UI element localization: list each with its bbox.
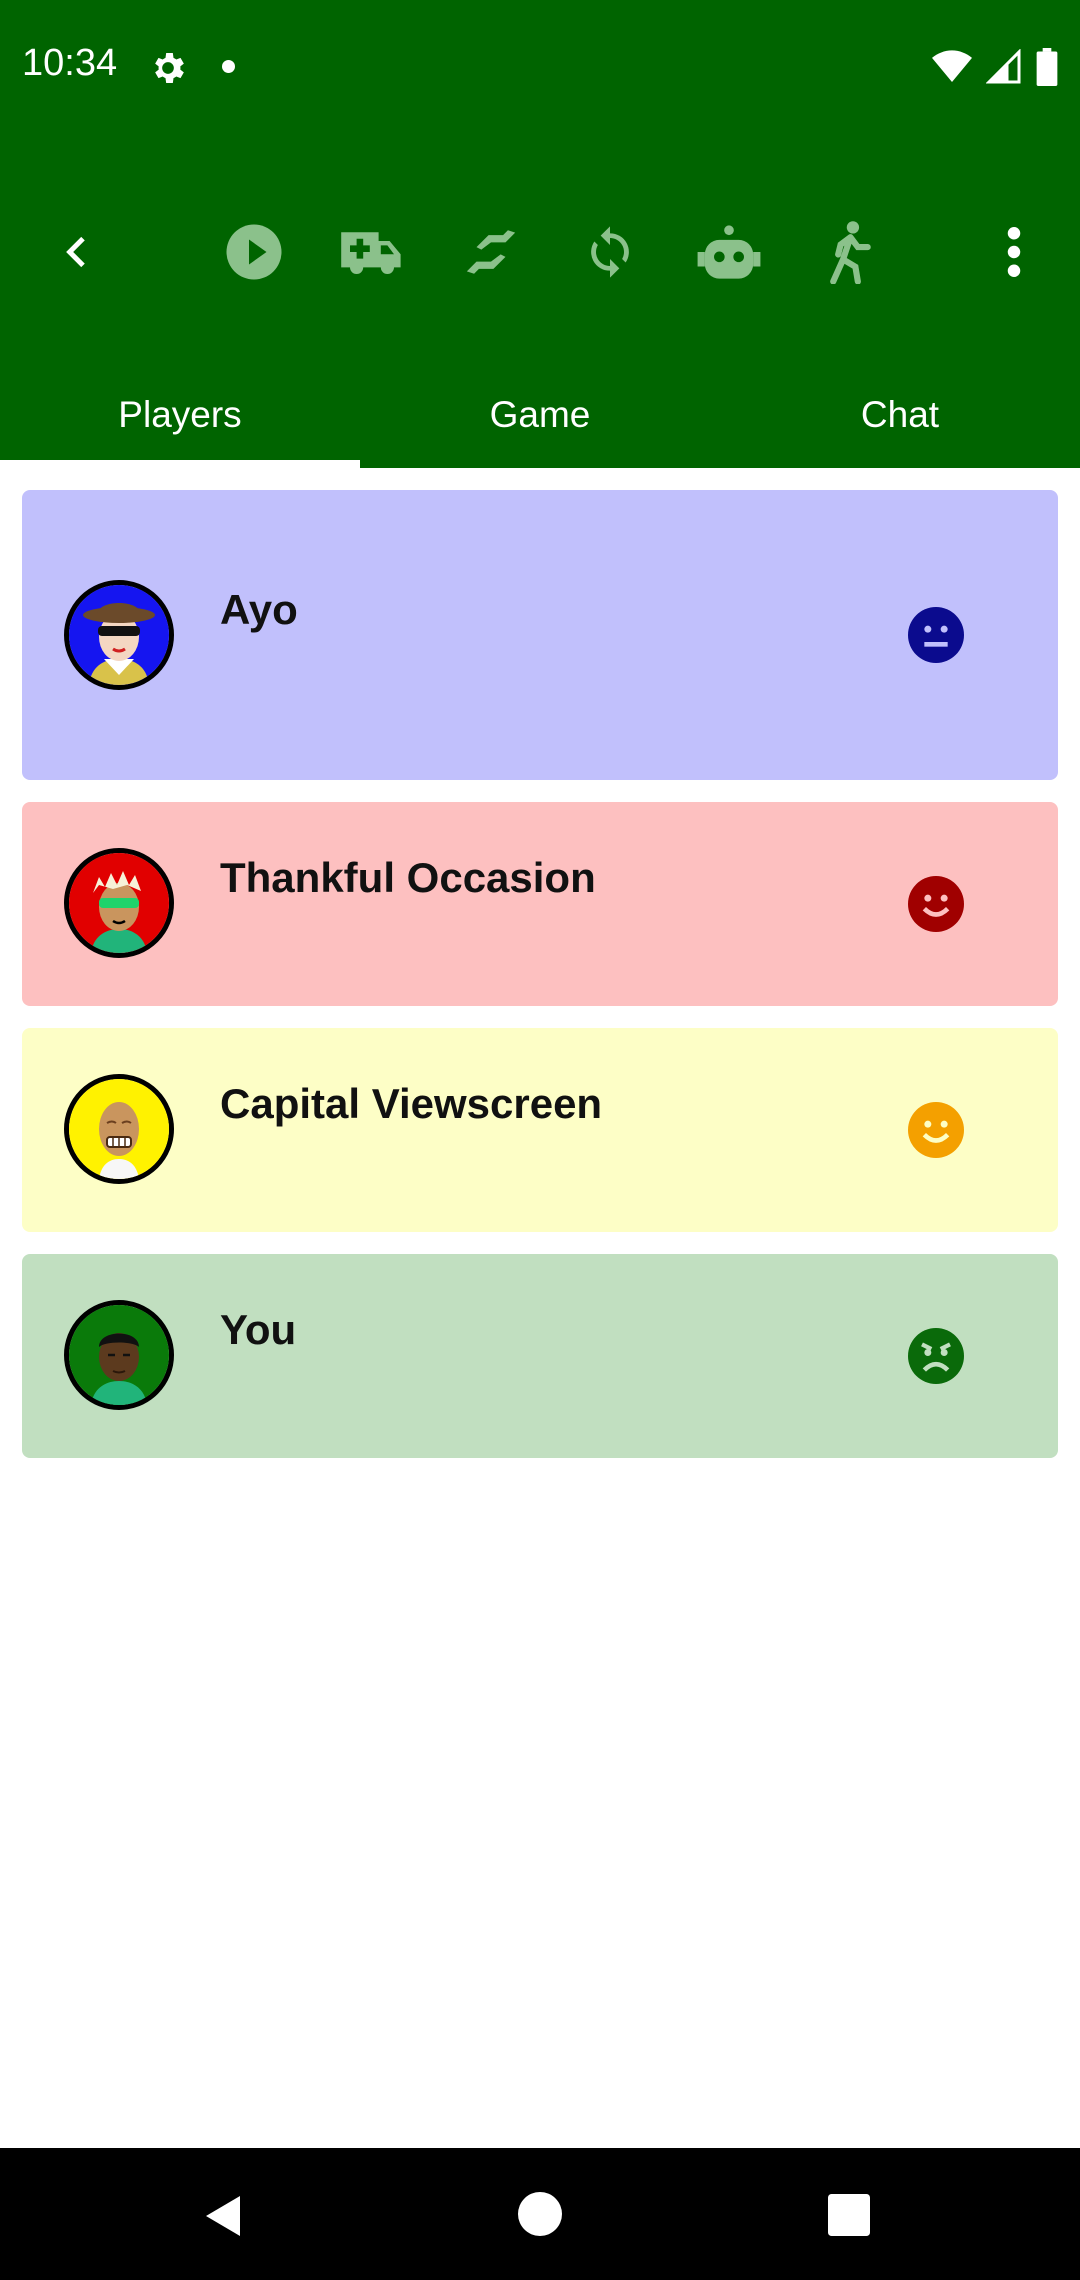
avatar-hat-sunglasses-icon — [69, 585, 169, 685]
player-avatar — [64, 848, 174, 958]
mood-angry-icon — [908, 1328, 964, 1384]
walk-away-button[interactable] — [812, 216, 884, 288]
player-name: Thankful Occasion — [220, 854, 596, 901]
tab-game-label: Game — [489, 394, 591, 435]
overflow-menu-button[interactable] — [978, 216, 1050, 288]
player-card[interactable]: Capital Viewscreen — [22, 1028, 1058, 1232]
status-time: 10:34 — [22, 42, 118, 84]
player-name: Ayo — [220, 586, 298, 633]
status-bar: 10:34 — [0, 0, 1080, 136]
avatar-bald-smile-icon — [69, 1079, 169, 1179]
tab-bar: Players Game Chat — [0, 362, 1080, 468]
nav-home-icon[interactable] — [518, 2192, 562, 2236]
player-avatar — [64, 1300, 174, 1410]
tab-game[interactable]: Game — [360, 362, 720, 468]
player-name: Capital Viewscreen — [220, 1080, 603, 1127]
more-vertical-icon — [1007, 227, 1021, 277]
avatar-dark-skin-icon — [69, 1305, 169, 1405]
nav-back-icon[interactable] — [200, 2192, 248, 2240]
avatar-spiky-hair-icon — [69, 853, 169, 953]
signal-icon — [986, 49, 1021, 84]
sync-icon — [591, 226, 629, 278]
tab-players-label: Players — [118, 394, 242, 435]
player-name: You — [220, 1306, 297, 1353]
player-avatar — [64, 580, 174, 690]
nav-recents-icon[interactable] — [828, 2194, 870, 2236]
tab-chat-label: Chat — [860, 394, 940, 435]
robot-icon — [697, 225, 761, 279]
game-toolbar — [0, 136, 1080, 362]
tab-chat[interactable]: Chat — [720, 362, 1080, 468]
chevron-left-icon — [66, 236, 85, 268]
swap-button[interactable] — [455, 216, 527, 288]
status-icons — [932, 48, 1058, 86]
tab-indicator — [0, 460, 360, 468]
player-card[interactable]: Ayo — [22, 490, 1058, 780]
hint-button[interactable] — [336, 216, 408, 288]
wifi-icon — [932, 50, 972, 82]
player-card[interactable]: Thankful Occasion — [22, 802, 1058, 1006]
battery-icon — [1036, 48, 1058, 86]
notification-dot-icon — [222, 60, 235, 73]
mood-neutral-icon — [908, 607, 964, 663]
settings-gear-icon — [155, 53, 184, 83]
mood-happy-icon — [908, 1102, 964, 1158]
walking-person-icon — [830, 221, 871, 284]
ambulance-icon — [341, 232, 401, 274]
system-nav-bar — [0, 2148, 1080, 2280]
refresh-button[interactable] — [574, 216, 646, 288]
player-card[interactable]: You — [22, 1254, 1058, 1458]
play-circle-icon — [226, 224, 282, 280]
player-avatar — [64, 1074, 174, 1184]
tab-players[interactable]: Players — [0, 362, 360, 468]
play-button[interactable] — [218, 216, 290, 288]
swap-hands-icon — [466, 230, 516, 274]
mood-happy-icon — [908, 876, 964, 932]
player-list: Ayo Thankful Occasion Capital Viewscreen… — [22, 490, 1058, 1480]
back-button[interactable] — [42, 216, 114, 288]
robot-button[interactable] — [693, 216, 765, 288]
